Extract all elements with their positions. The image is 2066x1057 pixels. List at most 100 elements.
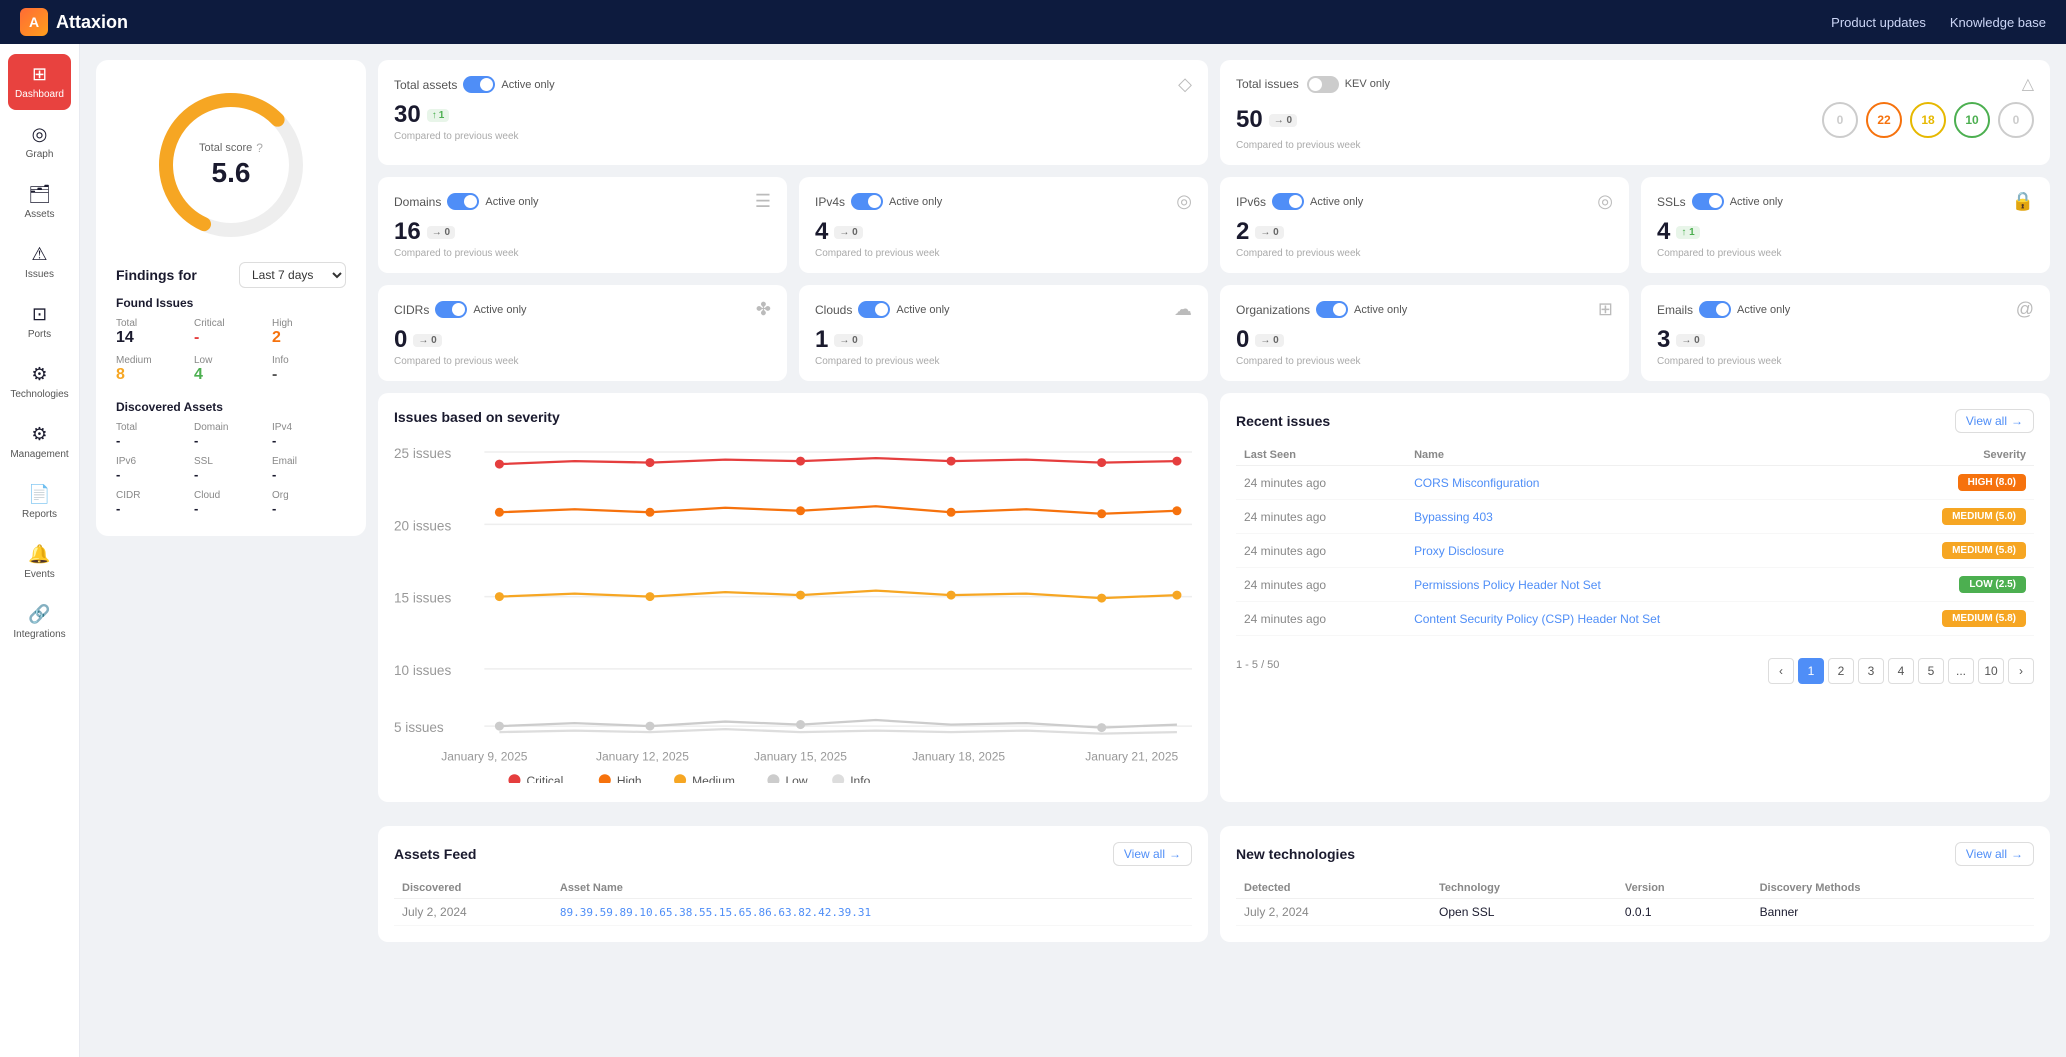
disc-cidr: CIDR- <box>116 490 190 516</box>
ipv4s-value: 4 → 0 <box>815 218 1192 246</box>
ssls-toggle[interactable] <box>1692 193 1724 210</box>
findings-title: Findings for <box>116 267 197 283</box>
svg-text:January 21, 2025: January 21, 2025 <box>1085 750 1178 764</box>
total-assets-value: 30 ↑ 1 <box>394 101 1192 129</box>
svg-text:15 issues: 15 issues <box>394 591 451 606</box>
new-tech-title: New technologies <box>1236 846 1355 862</box>
svg-text:January 12, 2025: January 12, 2025 <box>596 750 689 764</box>
ipv4s-card: IPv4s Active only ◎ 4 → 0 Compared to pr… <box>799 177 1208 273</box>
svg-text:High: High <box>617 774 642 783</box>
total-issues-change: → 0 <box>1269 114 1297 127</box>
recent-issues-title: Recent issues <box>1236 413 1330 429</box>
found-issues-grid: Total 14 Critical - High 2 <box>116 318 346 384</box>
organizations-card: Organizations Active only ⊞ 0 → 0 Compar… <box>1220 285 1629 381</box>
sidebar-label-assets: Assets <box>24 209 54 220</box>
page-ellipsis: ... <box>1948 658 1974 684</box>
knowledge-base-link[interactable]: Knowledge base <box>1950 15 2046 30</box>
issue-name-4: Permissions Policy Header Not Set <box>1406 568 1861 602</box>
layers-icon: ◇ <box>1178 74 1192 95</box>
emails-value: 3 → 0 <box>1657 326 2034 354</box>
clouds-toggle[interactable] <box>858 301 890 318</box>
domains-toggle[interactable] <box>447 193 479 210</box>
assets-feed-view-all[interactable]: View all → <box>1113 842 1192 866</box>
score-panel: Total score ? 5.6 Findings for Last 7 da… <box>96 60 366 536</box>
sidebar-item-events[interactable]: 🔔 Events <box>8 534 71 590</box>
sidebar-item-ports[interactable]: ⊡ Ports <box>8 294 71 350</box>
feed-discovered: July 2, 2024 <box>394 899 552 926</box>
ipv6s-value: 2 → 0 <box>1236 218 1613 246</box>
sidebar-item-management[interactable]: ⚙ Management <box>8 414 71 470</box>
new-tech-header-row: Detected Technology Version Discovery Me… <box>1236 878 2034 899</box>
prev-page[interactable]: ‹ <box>1768 658 1794 684</box>
top-nav-links: Product updates Knowledge base <box>1831 15 2046 30</box>
domains-value: 16 → 0 <box>394 218 771 246</box>
page-2[interactable]: 2 <box>1828 658 1854 684</box>
reports-icon: 📄 <box>28 484 50 505</box>
total-issues-compared: Compared to previous week <box>1236 140 2034 151</box>
recent-issues-view-all[interactable]: View all → <box>1955 409 2034 433</box>
sidebar-item-technologies[interactable]: ⚙ Technologies <box>8 354 71 410</box>
kev-toggle-switch[interactable] <box>1307 76 1339 93</box>
findings-period-select[interactable]: Last 7 days Last 30 days <box>239 262 346 288</box>
sidebar-label-integrations: Integrations <box>13 629 65 640</box>
cidrs-toggle[interactable] <box>435 301 467 318</box>
col-discovery-methods: Discovery Methods <box>1752 878 2034 899</box>
total-assets-toggle[interactable] <box>463 76 495 93</box>
col-detected: Detected <box>1236 878 1431 899</box>
emails-toggle[interactable] <box>1699 301 1731 318</box>
found-issues-label: Found Issues <box>116 296 346 310</box>
issues-table-body: 24 minutes ago CORS Misconfiguration HIG… <box>1236 466 2034 636</box>
gauge-score: 5.6 <box>199 157 263 189</box>
ipv6s-label: IPv6s <box>1236 195 1266 209</box>
severity-3: MEDIUM (5.8) <box>1861 534 2034 568</box>
ipv6s-toggle[interactable] <box>1272 193 1304 210</box>
page-1[interactable]: 1 <box>1798 658 1824 684</box>
integrations-icon: 🔗 <box>28 604 50 625</box>
orgs-toggle-label: Active only <box>1354 304 1407 316</box>
sidebar-label-management: Management <box>10 449 68 460</box>
svg-text:Info: Info <box>850 774 870 783</box>
severity-2: MEDIUM (5.0) <box>1861 500 2034 534</box>
cidrs-card: CIDRs Active only ✤ 0 → 0 Compared to pr… <box>378 285 787 381</box>
orgs-toggle[interactable] <box>1316 301 1348 318</box>
kev-label: KEV only <box>1345 78 1390 90</box>
product-updates-link[interactable]: Product updates <box>1831 15 1926 30</box>
page-10[interactable]: 10 <box>1978 658 2004 684</box>
page-4[interactable]: 4 <box>1888 658 1914 684</box>
disc-org: Org- <box>272 490 346 516</box>
sidebar-item-assets[interactable]: 🗂 Assets <box>8 174 71 230</box>
severity-5: MEDIUM (5.8) <box>1861 602 2034 636</box>
issue-name-2: Bypassing 403 <box>1406 500 1861 534</box>
tech-detected: July 2, 2024 <box>1236 899 1431 926</box>
sidebar-label-issues: Issues <box>25 269 54 280</box>
disc-assets-label: Discovered Assets <box>116 400 346 414</box>
list-item: July 2, 2024 Open SSL 0.0.1 Banner <box>1236 899 2034 926</box>
pagination: ‹ 1 2 3 4 5 ... 10 › <box>1768 658 2034 684</box>
logo-icon: A <box>20 8 48 36</box>
tech-name: Open SSL <box>1431 899 1617 926</box>
page-5[interactable]: 5 <box>1918 658 1944 684</box>
sidebar-item-graph[interactable]: ◎ Graph <box>8 114 71 170</box>
col-technology: Technology <box>1431 878 1617 899</box>
sidebar-label-reports: Reports <box>22 509 57 520</box>
cidr-icon: ✤ <box>756 299 771 320</box>
sidebar-item-issues[interactable]: ⚠ Issues <box>8 234 71 290</box>
emails-toggle-label: Active only <box>1737 304 1790 316</box>
issue-name-1: CORS Misconfiguration <box>1406 466 1861 500</box>
top-stat-row: Total assets Active only ◇ 30 ↑ 1 Compar… <box>378 60 2050 165</box>
tech-methods: Banner <box>1752 899 2034 926</box>
ipv4s-toggle[interactable] <box>851 193 883 210</box>
sidebar-item-dashboard[interactable]: ⊞ Dashboard <box>8 54 71 110</box>
sidebar-item-reports[interactable]: 📄 Reports <box>8 474 71 530</box>
last-seen-3: 24 minutes ago <box>1236 534 1406 568</box>
badge-0b: 0 <box>1998 102 2034 138</box>
assets-feed-section: Assets Feed View all → Discovered Asset … <box>378 826 1208 942</box>
svg-text:Medium: Medium <box>692 774 735 783</box>
new-tech-view-all[interactable]: View all → <box>1955 842 2034 866</box>
sidebar-item-integrations[interactable]: 🔗 Integrations <box>8 594 71 650</box>
badge-10: 10 <box>1954 102 1990 138</box>
issues-icon: ⚠ <box>31 244 47 265</box>
tech-version: 0.0.1 <box>1617 899 1752 926</box>
next-page[interactable]: › <box>2008 658 2034 684</box>
page-3[interactable]: 3 <box>1858 658 1884 684</box>
